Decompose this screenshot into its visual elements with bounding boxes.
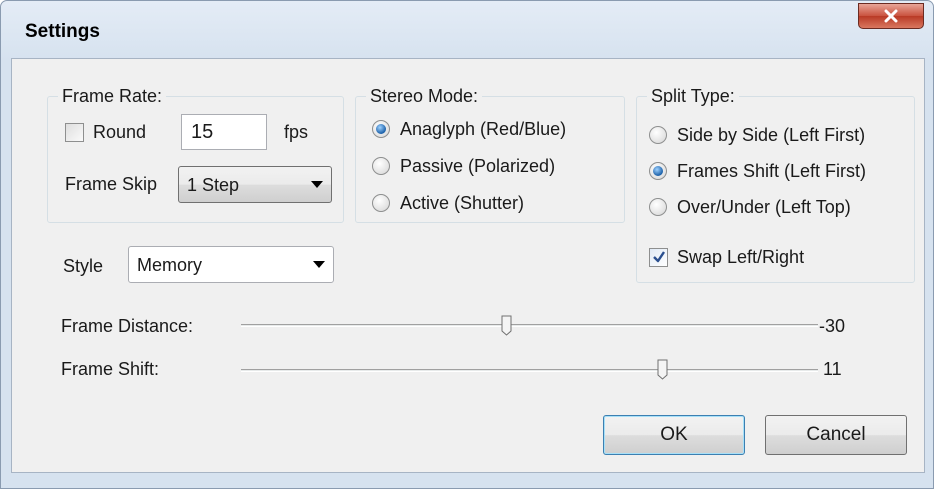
radio-over-under[interactable] — [649, 198, 667, 216]
radio-frames-shift-label: Frames Shift (Left First) — [677, 161, 867, 181]
checkmark-icon — [653, 251, 665, 263]
settings-dialog: Settings Frame Rate: Round 15 fps Frame … — [0, 0, 934, 489]
stereo-mode-group-title: Stereo Mode: — [366, 85, 483, 107]
frame-shift-value: 11 — [823, 359, 842, 379]
radio-anaglyph[interactable] — [372, 120, 390, 138]
frame-distance-slider[interactable] — [501, 315, 512, 336]
frame-distance-value: -30 — [819, 316, 846, 336]
close-button[interactable] — [858, 3, 924, 29]
swap-left-right-checkbox[interactable] — [649, 248, 668, 267]
frame-distance-track — [241, 324, 818, 327]
close-icon — [884, 9, 898, 23]
radio-passive[interactable] — [372, 157, 390, 175]
cancel-button[interactable]: Cancel — [765, 415, 907, 455]
style-value: Memory — [137, 255, 203, 275]
radio-side-by-side-label: Side by Side (Left First) — [677, 125, 866, 145]
frame-skip-select[interactable]: 1 Step — [178, 166, 332, 203]
frame-rate-group: Frame Rate: Round 15 fps Frame Skip 1 St… — [47, 85, 344, 223]
frame-distance-label: Frame Distance: — [61, 316, 194, 336]
swap-left-right-label: Swap Left/Right — [677, 247, 805, 267]
frame-skip-label: Frame Skip — [65, 174, 158, 194]
round-checkbox[interactable] — [65, 123, 84, 142]
radio-side-by-side[interactable] — [649, 126, 667, 144]
radio-active[interactable] — [372, 194, 390, 212]
frame-shift-track — [241, 369, 818, 372]
round-label: Round — [93, 122, 147, 142]
radio-frames-shift[interactable] — [649, 162, 667, 180]
frame-shift-label: Frame Shift: — [61, 359, 160, 379]
fps-input[interactable]: 15 — [181, 114, 267, 150]
fps-unit-label: fps — [284, 122, 309, 142]
split-type-group: Split Type: Side by Side (Left First) Fr… — [636, 85, 915, 283]
radio-active-label: Active (Shutter) — [400, 193, 525, 213]
split-type-group-title: Split Type: — [647, 85, 739, 107]
style-select[interactable]: Memory — [128, 246, 334, 283]
ok-button[interactable]: OK — [603, 415, 745, 455]
radio-passive-label: Passive (Polarized) — [400, 156, 556, 176]
chevron-down-icon — [311, 181, 323, 188]
radio-over-under-label: Over/Under (Left Top) — [677, 197, 851, 217]
radio-anaglyph-label: Anaglyph (Red/Blue) — [400, 119, 567, 139]
chevron-down-icon — [313, 261, 325, 268]
frame-rate-group-title: Frame Rate: — [58, 85, 167, 107]
frame-shift-slider[interactable] — [657, 359, 668, 380]
dialog-client-area: Frame Rate: Round 15 fps Frame Skip 1 St… — [11, 58, 925, 473]
frame-skip-value: 1 Step — [187, 175, 240, 195]
stereo-mode-group: Stereo Mode: Anaglyph (Red/Blue) Passive… — [355, 85, 625, 223]
style-label: Style — [63, 256, 104, 276]
dialog-title: Settings — [25, 21, 100, 42]
